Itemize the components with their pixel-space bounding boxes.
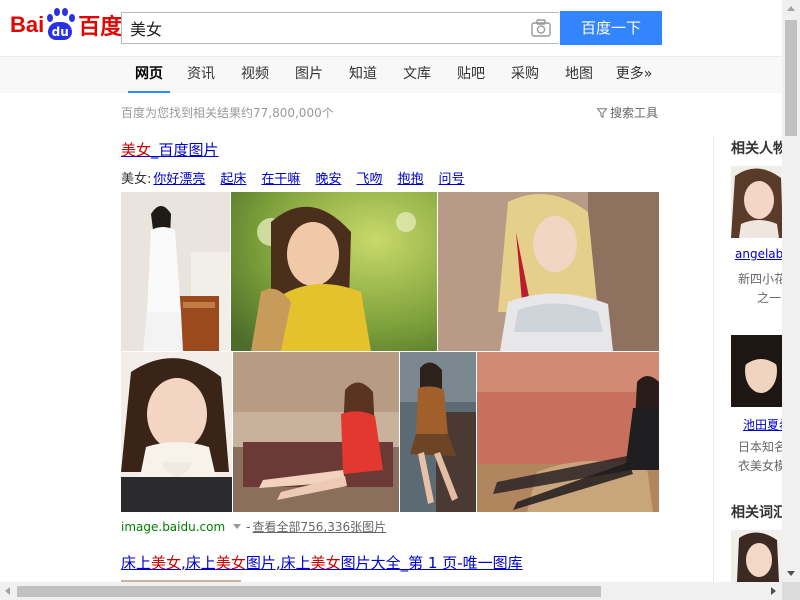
search-tabs: 网页 资讯 视频 图片 知道 文库 贴吧 采购 地图 更多» (0, 56, 782, 93)
search-tools-label: 搜索工具 (610, 106, 659, 120)
person1-desc-line2: 之一 (757, 291, 782, 305)
scrollbar-corner (782, 582, 800, 600)
related-terms-row: 美女: 你好漂亮 起床 在干嘛 晚安 飞吻 抱抱 问号 (121, 168, 480, 187)
tab-wenku[interactable]: 文库 (400, 57, 434, 93)
title-rest: _百度图片 (151, 141, 219, 159)
header: Bai du 百度 百度一下 (0, 0, 782, 56)
image-thumbnail[interactable] (438, 192, 659, 351)
horizontal-scrollbar[interactable] (0, 582, 782, 600)
person2-desc-line2: 衣美女模 (738, 459, 787, 473)
horizontal-scroll-thumb[interactable] (17, 586, 601, 597)
related-term-link[interactable]: 晚安 (315, 168, 341, 187)
separator: - (246, 519, 251, 534)
person1-desc-line1: 新四小花 (738, 272, 787, 286)
dropdown-caret-icon[interactable] (233, 524, 242, 529)
tab-news[interactable]: 资讯 (184, 57, 218, 93)
related-people-heading: 相关人物 (731, 141, 787, 157)
tab-tieba[interactable]: 贴吧 (454, 57, 488, 93)
search-input[interactable] (122, 13, 538, 43)
related-terms-heading: 相关词汇 (731, 505, 787, 521)
tab-caigou[interactable]: 采购 (508, 57, 542, 93)
logo-text-du: du (48, 22, 73, 40)
title-part: 床上 (121, 554, 152, 572)
result-count: 百度为您找到相关结果约77,800,000个 (121, 106, 334, 120)
scroll-down-icon[interactable] (787, 571, 795, 576)
tab-more[interactable]: 更多» (612, 57, 656, 93)
funnel-icon (597, 107, 607, 118)
title-highlight: 美女 (121, 141, 152, 159)
source-url[interactable]: image.baidu.com (121, 520, 225, 534)
image-thumbnail[interactable] (231, 192, 437, 351)
title-highlight: 美女 (215, 554, 246, 572)
image-thumbnail[interactable] (121, 192, 230, 351)
title-part: ,床上 (181, 554, 216, 572)
image-source-line: image.baidu.com - 查看全部756,336张图片 (121, 518, 386, 535)
image-thumbnail[interactable] (233, 352, 399, 512)
title-highlight: 美女 (310, 554, 341, 572)
title-part: 图片,床上 (245, 554, 311, 572)
tab-video[interactable]: 视频 (238, 57, 272, 93)
related-term-link[interactable]: 你好漂亮 (153, 168, 205, 187)
result1-title-link[interactable]: 美女_百度图片 (121, 139, 219, 160)
image-thumbnail[interactable] (400, 352, 476, 512)
sidebar-divider (713, 136, 714, 582)
scroll-up-icon[interactable] (787, 6, 795, 11)
image-thumbnail[interactable] (477, 352, 659, 512)
image-thumbnail[interactable] (121, 352, 232, 512)
tab-web[interactable]: 网页 (128, 57, 170, 93)
person-thumbnail[interactable] (731, 335, 783, 407)
search-button[interactable]: 百度一下 (560, 11, 662, 45)
related-term-link[interactable]: 抱抱 (397, 168, 423, 187)
result2-title-link[interactable]: 床上美女,床上美女图片,床上美女图片大全_第 1 页-唯一图库 (121, 552, 523, 573)
baidu-logo[interactable]: Bai du 百度 (10, 6, 122, 44)
related-term-link[interactable]: 飞吻 (356, 168, 382, 187)
related-term-link[interactable]: 起床 (220, 168, 246, 187)
vertical-scroll-thumb[interactable] (785, 20, 797, 136)
tab-images[interactable]: 图片 (292, 57, 326, 93)
search-box (121, 12, 559, 44)
title-part: 图片大全_第 1 页-唯一图库 (340, 554, 523, 572)
vertical-scrollbar[interactable] (782, 0, 800, 582)
camera-icon[interactable] (531, 19, 551, 37)
scroll-right-icon[interactable] (771, 587, 776, 595)
related-term-link[interactable]: 问号 (438, 168, 464, 187)
person-thumbnail[interactable] (731, 166, 783, 238)
related-term-link[interactable]: 在干嘛 (261, 168, 300, 187)
related-label: 美女: (121, 172, 152, 187)
search-tools-button[interactable]: 搜索工具 (597, 104, 658, 121)
view-all-images-link[interactable]: 查看全部756,336张图片 (253, 518, 387, 535)
tab-map[interactable]: 地图 (562, 57, 596, 93)
person2-desc-line1: 日本知名 (738, 440, 787, 454)
logo-text-chinese: 百度 (78, 15, 123, 40)
logo-text-bai: Bai (10, 12, 45, 37)
term-thumbnail[interactable] (731, 530, 783, 582)
tab-zhidao[interactable]: 知道 (346, 57, 380, 93)
scroll-left-icon[interactable] (5, 587, 10, 595)
title-highlight: 美女 (151, 554, 182, 572)
paw-icon: du (45, 8, 76, 42)
